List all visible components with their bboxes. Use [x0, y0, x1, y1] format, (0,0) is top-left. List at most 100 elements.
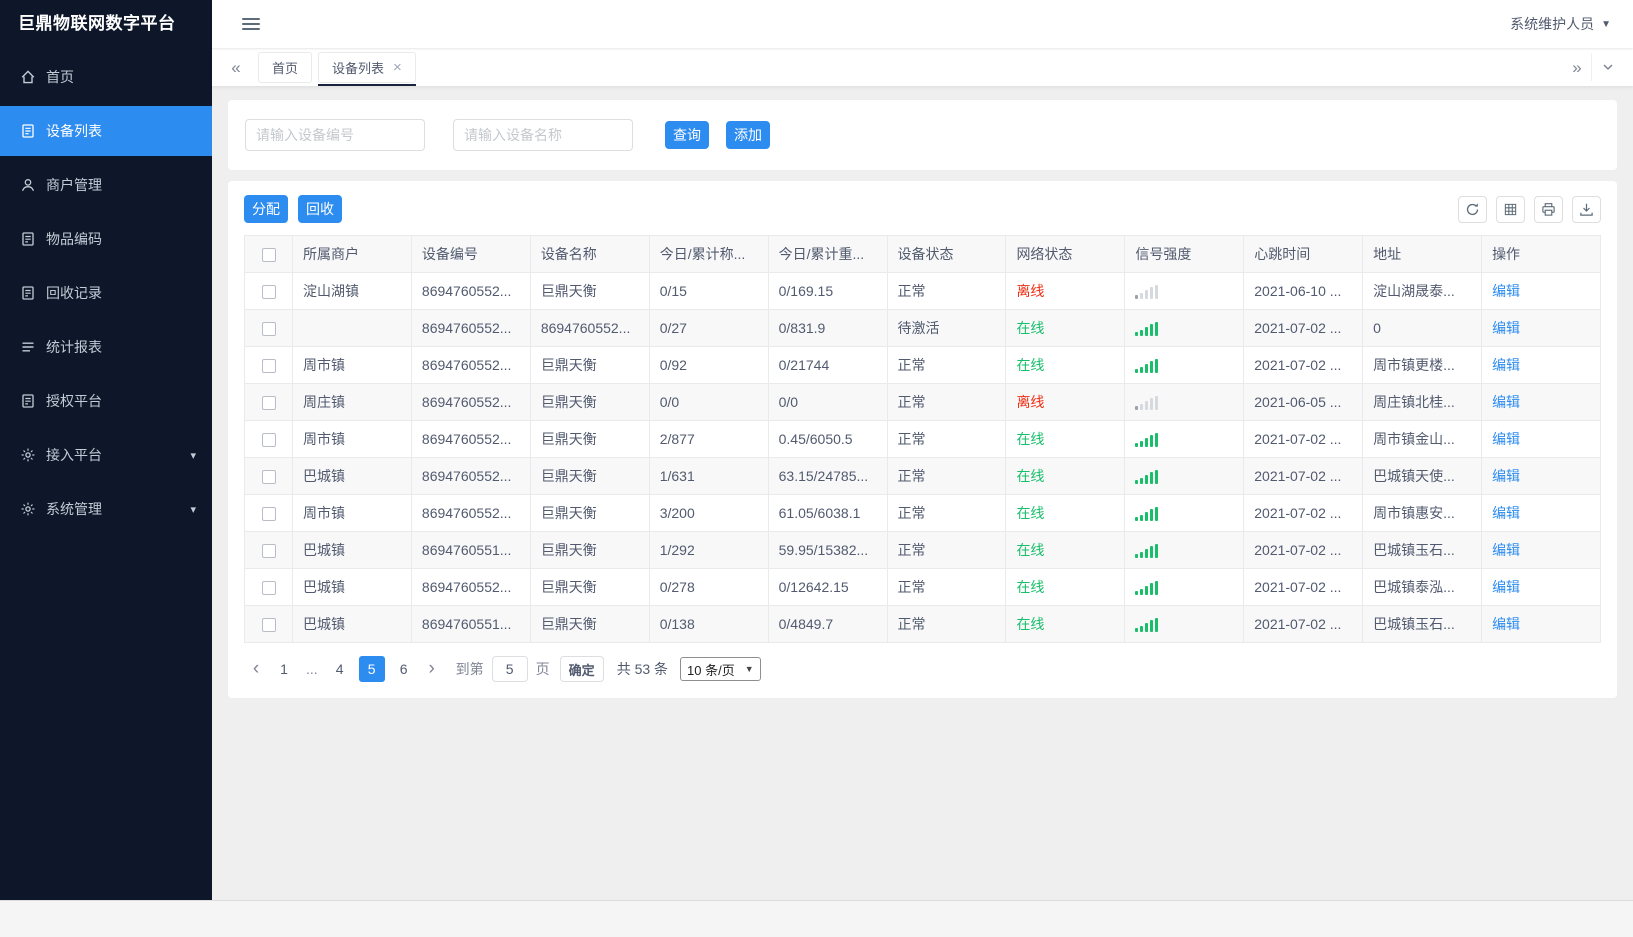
assign-button[interactable]: 分配 — [244, 195, 288, 223]
cell-heartbeat: 2021-07-02 ... — [1243, 494, 1364, 532]
column-header: 网络状态 — [1005, 235, 1126, 273]
sidebar-item-system-management[interactable]: 系统管理 ▾ — [0, 484, 212, 534]
close-icon[interactable]: × — [393, 60, 402, 75]
cell-signal — [1124, 309, 1245, 347]
cell-checkbox — [244, 420, 293, 458]
pagination-prev-button[interactable]: ‹ — [244, 656, 268, 682]
refresh-button[interactable] — [1458, 195, 1487, 223]
cell-merchant: 巴城镇 — [292, 605, 412, 643]
edit-link[interactable]: 编辑 — [1492, 579, 1520, 595]
tabs-menu-button[interactable] — [1591, 53, 1623, 81]
edit-link[interactable]: 编辑 — [1492, 542, 1520, 558]
sidebar-item-authorization-platform[interactable]: 授权平台 — [0, 376, 212, 426]
row-checkbox[interactable] — [261, 322, 276, 337]
print-button[interactable] — [1534, 195, 1563, 223]
row-checkbox[interactable] — [261, 285, 276, 300]
row-checkbox[interactable] — [261, 433, 276, 448]
sidebar-item-device-list[interactable]: 设备列表 — [0, 106, 212, 156]
cell-heartbeat: 2021-06-05 ... — [1243, 383, 1364, 421]
cell-device-no: 8694760552... — [410, 346, 531, 384]
sidebar: 巨鼎物联网数字平台 首页 设备列表 商户管理 物品编码回收记录统计报表 授权平台 接入平台… — [0, 0, 212, 900]
cell-device-name: 巨鼎天衡 — [529, 383, 650, 421]
sidebar-item-recycle-records[interactable]: 回收记录 — [0, 268, 212, 318]
cell-signal — [1124, 494, 1245, 532]
cell-device-status: 正常 — [886, 531, 1007, 569]
user-name: 系统维护人员 — [1510, 16, 1595, 32]
cell-checkbox — [244, 346, 293, 384]
row-checkbox[interactable] — [261, 470, 276, 485]
row-checkbox[interactable] — [261, 359, 276, 374]
printer-icon — [1542, 202, 1555, 216]
horizontal-scrollbar[interactable] — [0, 900, 1633, 937]
column-header: 所属商户 — [292, 235, 412, 273]
cell-action: 编辑 — [1481, 309, 1601, 347]
pagination-page-5[interactable]: 5 — [358, 656, 385, 682]
row-checkbox[interactable] — [261, 581, 276, 596]
cell-merchant: 周庄镇 — [292, 383, 412, 421]
export-button[interactable] — [1572, 195, 1601, 223]
sidebar-item-home[interactable]: 首页 — [0, 52, 212, 102]
edit-link[interactable]: 编辑 — [1492, 431, 1520, 447]
cell-merchant: 巴城镇 — [292, 568, 412, 606]
sidebar-item-label: 回收记录 — [46, 285, 102, 301]
signal-strength-icon — [1135, 322, 1159, 337]
home-icon — [20, 69, 36, 85]
pagination-page-4[interactable]: 4 — [327, 656, 353, 682]
select-all-checkbox[interactable] — [261, 248, 276, 263]
cell-weigh-count: 0/278 — [648, 568, 769, 606]
edit-link[interactable]: 编辑 — [1492, 468, 1520, 484]
cell-merchant: 淀山湖镇 — [292, 272, 412, 310]
edit-link[interactable]: 编辑 — [1492, 357, 1520, 373]
pagination-next-button[interactable]: › — [420, 656, 444, 682]
tabs-scroll-right-button[interactable]: » — [1563, 53, 1591, 81]
edit-link[interactable]: 编辑 — [1492, 616, 1520, 632]
cell-action: 编辑 — [1481, 605, 1601, 643]
edit-link[interactable]: 编辑 — [1492, 394, 1520, 410]
app-title: 巨鼎物联网数字平台 — [18, 14, 176, 33]
sidebar-item-item-coding[interactable]: 物品编码 — [0, 214, 212, 264]
tab-device-list[interactable]: 设备列表 × — [318, 51, 416, 86]
goto-page-input[interactable] — [491, 656, 528, 682]
row-checkbox[interactable] — [261, 618, 276, 633]
edit-link[interactable]: 编辑 — [1492, 283, 1520, 299]
edit-link[interactable]: 编辑 — [1492, 505, 1520, 521]
cell-address: 巴城镇泰泓... — [1362, 568, 1483, 606]
cell-weigh-count: 3/200 — [648, 494, 769, 532]
row-checkbox[interactable] — [261, 507, 276, 522]
cell-merchant: 周市镇 — [292, 494, 412, 532]
confirm-button[interactable]: 确定 — [559, 656, 604, 682]
signal-strength-icon — [1135, 433, 1159, 448]
signal-strength-icon — [1135, 507, 1159, 522]
cell-network-status: 离线 — [1005, 383, 1126, 421]
cell-device-status: 正常 — [886, 383, 1007, 421]
query-button[interactable]: 查询 — [665, 121, 709, 149]
column-header: 地址 — [1362, 235, 1483, 273]
cell-signal — [1124, 272, 1245, 310]
edit-link[interactable]: 编辑 — [1492, 320, 1520, 336]
add-button[interactable]: 添加 — [726, 121, 770, 149]
doc-icon — [20, 231, 36, 247]
tab-home[interactable]: 首页 — [258, 51, 313, 83]
cell-checkbox — [244, 457, 293, 495]
device-name-input[interactable] — [453, 119, 633, 151]
pagination-page-6[interactable]: 6 — [391, 656, 417, 682]
cell-weight: 0/12642.15 — [767, 568, 888, 606]
tabs-scroll-left-button[interactable]: « — [222, 53, 250, 81]
pagination-page-1[interactable]: 1 — [271, 656, 297, 682]
sidebar-item-merchant-management[interactable]: 商户管理 — [0, 160, 212, 210]
page-size-value: 10 条/页 — [687, 662, 735, 678]
cell-checkbox — [244, 531, 293, 569]
cell-checkbox — [244, 383, 293, 421]
page-size-select[interactable]: 10 条/页 ▼ — [680, 657, 761, 681]
row-checkbox[interactable] — [261, 396, 276, 411]
columns-button[interactable] — [1496, 195, 1525, 223]
sidebar-item-statistics-report[interactable]: 统计报表 — [0, 322, 212, 372]
sidebar-item-access-platform[interactable]: 接入平台 ▾ — [0, 430, 212, 480]
sidebar-collapse-icon[interactable] — [238, 14, 264, 34]
cell-device-status: 正常 — [886, 272, 1007, 310]
recycle-button[interactable]: 回收 — [298, 195, 342, 223]
user-menu[interactable]: 系统维护人员 ▼ — [1510, 14, 1611, 34]
device-no-input[interactable] — [245, 119, 425, 151]
table-row: 巴城镇 8694760552... 巨鼎天衡 0/278 0/12642.15 正常 在线 2… — [244, 568, 1601, 606]
row-checkbox[interactable] — [261, 544, 276, 559]
